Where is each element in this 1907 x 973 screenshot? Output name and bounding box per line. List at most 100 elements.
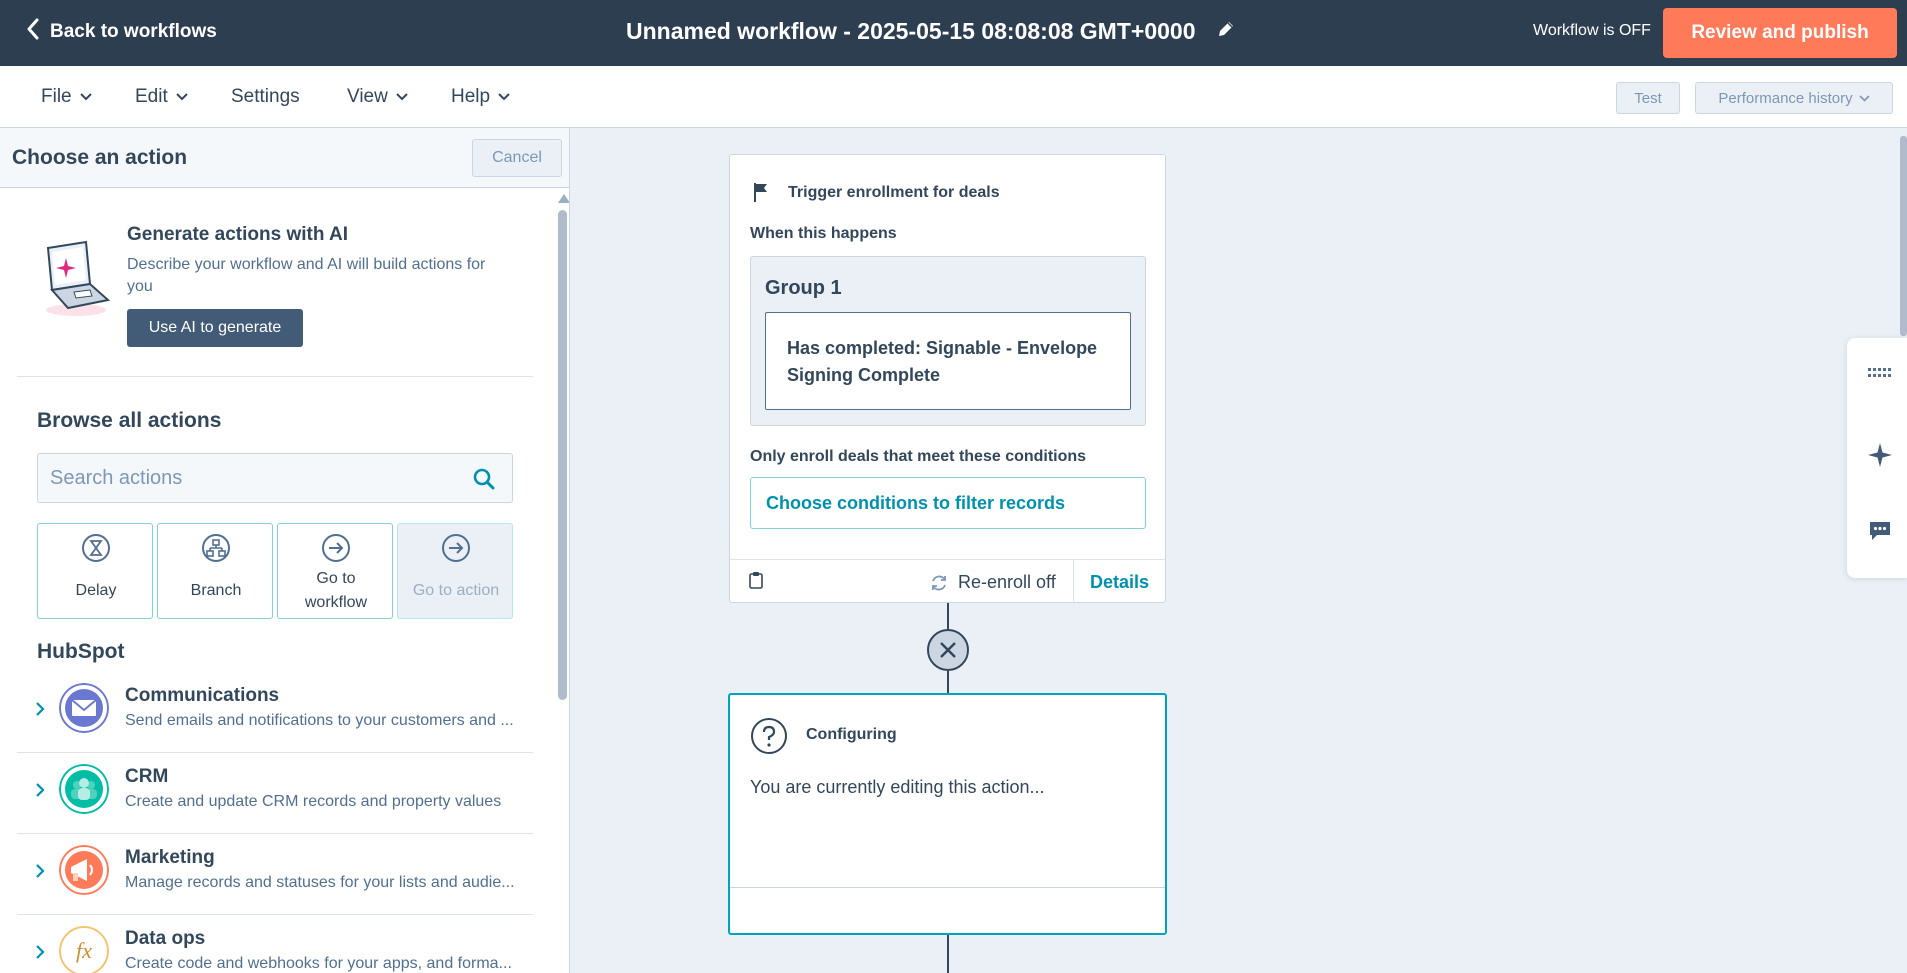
menu-file[interactable]: File	[41, 86, 92, 108]
tile-label-text: Go to workflow	[304, 570, 368, 611]
divider	[17, 376, 533, 377]
close-icon	[940, 642, 956, 658]
trigger-card[interactable]: Trigger enrollment for deals When this h…	[729, 154, 1166, 604]
category-data-ops[interactable]: fx Data ops Create code and webhooks for…	[17, 916, 533, 973]
trigger-footer: Re-enroll off Details	[730, 559, 1165, 604]
search-box	[37, 453, 513, 503]
chevron-right-icon	[36, 945, 45, 959]
chevron-right-icon	[36, 783, 45, 797]
divider	[17, 752, 533, 753]
scroll-up-arrow[interactable]	[558, 194, 569, 203]
scroll-thumb[interactable]	[558, 210, 567, 700]
question-circle-icon	[751, 718, 787, 754]
search-actions-input[interactable]	[50, 464, 450, 492]
back-label: Back to workflows	[50, 21, 217, 42]
menu-view[interactable]: View	[347, 86, 408, 108]
review-and-publish-button[interactable]: Review and publish	[1663, 8, 1897, 58]
panel-title: Choose an action	[12, 146, 188, 169]
tile-branch[interactable]: Branch	[157, 523, 273, 619]
menu-help[interactable]: Help	[451, 86, 510, 108]
menu-settings[interactable]: Settings	[231, 86, 300, 108]
category-name: Communications	[125, 685, 280, 706]
menu-file-label: File	[41, 86, 72, 107]
workflow-title: Unnamed workflow - 2025-05-15 08:08:08 G…	[626, 18, 1236, 45]
back-to-workflows-link[interactable]: Back to workflows	[26, 18, 217, 46]
trigger-condition[interactable]: Has completed: Signable - Envelope Signi…	[765, 312, 1131, 410]
category-description: Create code and webhooks for your apps, …	[125, 955, 512, 972]
configuring-card[interactable]: Configuring You are currently editing th…	[728, 693, 1167, 935]
category-name: Data ops	[125, 928, 206, 949]
divider	[17, 833, 533, 834]
clipboard-icon[interactable]	[748, 571, 764, 589]
test-button[interactable]: Test	[1616, 82, 1680, 114]
details-link[interactable]: Details	[1090, 572, 1149, 593]
megaphone-icon	[59, 845, 109, 895]
keyboard-icon[interactable]	[1867, 360, 1893, 386]
ai-description: Describe your workflow and AI will build…	[127, 256, 486, 295]
choose-action-panel: Choose an action Cancel Generate actions…	[0, 128, 570, 973]
top-bar: Back to workflows Unnamed workflow - 202…	[0, 0, 1907, 66]
laptop-ai-icon	[38, 240, 112, 320]
use-ai-button[interactable]: Use AI to generate	[127, 309, 303, 347]
tile-delay[interactable]: Delay	[37, 523, 153, 619]
tile-label: Delay	[75, 582, 117, 599]
cancel-button[interactable]: Cancel	[472, 139, 562, 177]
category-name: CRM	[125, 766, 169, 787]
canvas-scrollbar[interactable]	[1900, 136, 1907, 336]
re-enroll-toggle[interactable]: Re-enroll off	[930, 572, 1056, 593]
when-label: When this happens	[750, 225, 897, 242]
chevron-down-icon	[396, 93, 408, 101]
chevron-down-icon	[498, 93, 510, 101]
configuring-text: You are currently editing this action...	[750, 777, 1045, 797]
only-enroll-label: Only enroll deals that meet these condit…	[750, 448, 1087, 465]
menu-edit[interactable]: Edit	[135, 86, 188, 108]
tile-go-to-action: Go to action	[397, 523, 513, 619]
panel-header: Choose an action Cancel	[0, 128, 569, 188]
category-crm[interactable]: CRM Create and update CRM records and pr…	[17, 754, 533, 834]
svg-text:fx: fx	[76, 938, 92, 963]
performance-history-button[interactable]: Performance history	[1695, 82, 1893, 114]
category-communications[interactable]: Communications Send emails and notificat…	[17, 673, 533, 753]
trigger-title: Trigger enrollment for deals	[788, 184, 1000, 201]
envelope-icon	[59, 683, 109, 733]
search-icon[interactable]	[472, 467, 496, 491]
sparkle-icon[interactable]	[1867, 442, 1893, 468]
arrow-circle-icon	[322, 534, 350, 562]
arrow-circle-icon	[442, 534, 470, 562]
tile-go-to-workflow[interactable]: Go to workflow	[277, 523, 393, 619]
menu-help-label: Help	[451, 86, 491, 107]
performance-history-label: Performance history	[1718, 89, 1853, 107]
re-enroll-label: Re-enroll off	[958, 572, 1056, 592]
workflow-canvas[interactable]: Trigger enrollment for deals When this h…	[570, 128, 1907, 973]
hubspot-title: HubSpot	[37, 640, 125, 663]
chat-icon[interactable]	[1867, 518, 1893, 544]
group-title: Group 1	[765, 277, 842, 299]
panel-scrollbar[interactable]	[553, 188, 569, 973]
divider	[17, 914, 533, 915]
category-name: Marketing	[125, 847, 215, 868]
connector-line	[947, 935, 949, 973]
category-marketing[interactable]: Marketing Manage records and statuses fo…	[17, 835, 533, 915]
right-toolbar	[1847, 338, 1907, 578]
menu-view-label: View	[347, 86, 388, 107]
workflow-status: Workflow is OFF	[1533, 22, 1651, 39]
tile-label: Go to action	[412, 582, 500, 599]
menu-bar: File Edit Settings View Help Test Perfor…	[0, 66, 1907, 128]
chevron-down-icon	[79, 93, 92, 101]
test-label: Test	[1634, 89, 1662, 107]
pencil-icon[interactable]	[1216, 18, 1236, 45]
tile-label: Go to workflow	[278, 567, 394, 615]
divider	[1073, 560, 1074, 604]
remove-action-button[interactable]	[927, 629, 969, 671]
branch-icon	[202, 534, 230, 562]
connector-line	[947, 671, 949, 693]
category-description: Send emails and notifications to your cu…	[125, 712, 514, 729]
flag-icon	[754, 183, 767, 202]
choose-conditions-button[interactable]: Choose conditions to filter records	[750, 477, 1146, 529]
divider	[730, 887, 1165, 888]
menu-settings-label: Settings	[231, 86, 300, 107]
category-description: Manage records and statuses for your lis…	[125, 874, 515, 891]
chevron-right-icon	[36, 864, 45, 878]
trigger-group: Group 1 Has completed: Signable - Envelo…	[750, 256, 1146, 426]
workflow-title-text: Unnamed workflow - 2025-05-15 08:08:08 G…	[626, 18, 1196, 44]
